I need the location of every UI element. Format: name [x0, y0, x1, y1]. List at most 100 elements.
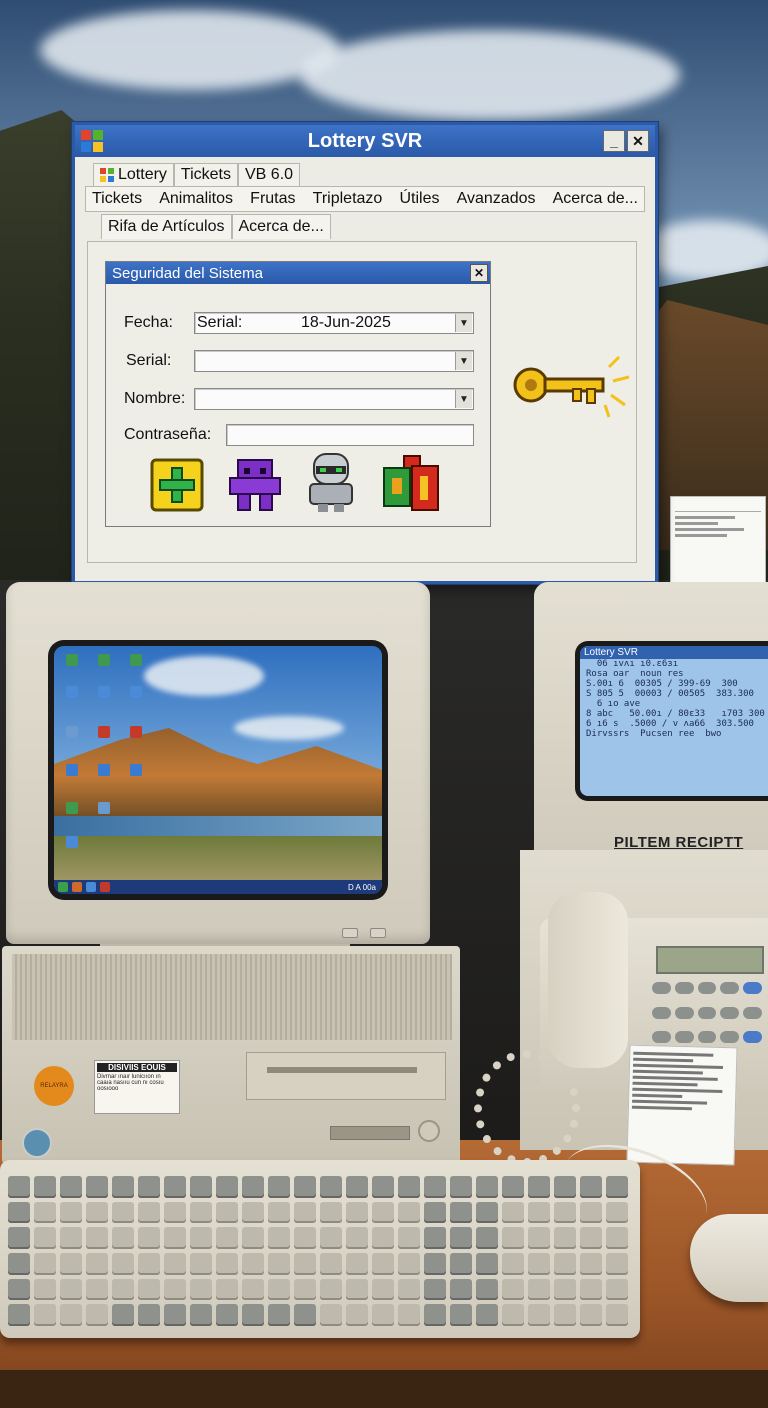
keyboard-key[interactable] [346, 1227, 368, 1249]
chevron-down-icon[interactable]: ▼ [455, 314, 472, 332]
keyboard-key[interactable] [580, 1201, 602, 1224]
phone-key[interactable] [652, 1031, 671, 1044]
keyboard-key[interactable] [216, 1304, 238, 1326]
keyboard-key[interactable] [346, 1201, 368, 1224]
keyboard-key[interactable] [606, 1201, 628, 1224]
keyboard-key[interactable] [320, 1227, 342, 1249]
keyboard-key[interactable] [190, 1304, 212, 1326]
desktop-icon[interactable] [98, 802, 110, 814]
desktop-icon[interactable] [66, 726, 78, 738]
keyboard-key[interactable] [606, 1278, 628, 1301]
keyboard-key[interactable] [112, 1176, 134, 1198]
keyboard-key[interactable] [580, 1304, 602, 1326]
keyboard-key[interactable] [450, 1252, 472, 1275]
keyboard-key[interactable] [554, 1227, 576, 1249]
keyboard-key[interactable] [112, 1304, 134, 1326]
menu-avanzados[interactable]: Avanzados [457, 190, 536, 208]
keyboard-key[interactable] [216, 1227, 238, 1249]
keyboard-key[interactable] [164, 1176, 186, 1198]
keyboard-key[interactable] [424, 1227, 446, 1249]
keyboard-key[interactable] [294, 1278, 316, 1301]
keyboard-key[interactable] [242, 1278, 264, 1301]
desktop-icon[interactable] [66, 686, 78, 698]
keyboard-key[interactable] [86, 1201, 108, 1224]
keyboard-key[interactable] [268, 1278, 290, 1301]
keyboard-key[interactable] [554, 1252, 576, 1275]
keyboard-key[interactable] [580, 1176, 602, 1198]
keyboard-key[interactable] [34, 1227, 56, 1249]
keyboard-key[interactable] [554, 1201, 576, 1224]
phone-key[interactable] [743, 982, 762, 994]
desktop-icon[interactable] [98, 764, 110, 776]
keyboard-key[interactable] [8, 1252, 30, 1275]
keyboard-key[interactable] [216, 1176, 238, 1198]
phone-key[interactable] [720, 1031, 740, 1044]
keyboard-key[interactable] [502, 1201, 524, 1224]
keyboard-key[interactable] [8, 1278, 30, 1301]
keyboard-key[interactable] [502, 1176, 524, 1198]
purple-creature-icon[interactable] [228, 456, 282, 514]
keyboard-key[interactable] [528, 1278, 550, 1301]
keyboard-key[interactable] [450, 1227, 472, 1249]
keyboard-key[interactable] [372, 1201, 394, 1224]
phone-key[interactable] [674, 1006, 694, 1019]
keyboard-key[interactable] [34, 1201, 56, 1224]
desktop-icon[interactable] [66, 764, 78, 776]
keyboard-key[interactable] [398, 1252, 420, 1275]
keyboard-key[interactable] [294, 1201, 316, 1224]
keyboard-key[interactable] [34, 1304, 56, 1326]
dialog-title-bar[interactable]: Seguridad del Sistema ✕ [106, 262, 490, 284]
keyboard-key[interactable] [60, 1304, 82, 1326]
keyboard-key[interactable] [580, 1227, 602, 1249]
window-title-bar[interactable]: Lottery SVR _ ✕ [75, 125, 655, 157]
desktop-icon[interactable] [130, 654, 142, 666]
keyboard-key[interactable] [86, 1176, 108, 1198]
telephone-handset[interactable] [548, 892, 628, 1068]
desktop-icon[interactable] [98, 686, 110, 698]
keyboard-key[interactable] [86, 1278, 108, 1301]
keyboard-key[interactable] [242, 1304, 264, 1326]
keyboard-key[interactable] [138, 1176, 160, 1198]
keyboard-key[interactable] [606, 1176, 628, 1198]
menu-frutas[interactable]: Frutas [250, 190, 295, 208]
keyboard-key[interactable] [372, 1227, 394, 1249]
desktop-icon[interactable] [130, 726, 142, 738]
keyboard-key[interactable] [320, 1201, 342, 1224]
keyboard-key[interactable] [60, 1278, 82, 1301]
keyboard-key[interactable] [34, 1278, 56, 1301]
keyboard-key[interactable] [268, 1252, 290, 1275]
phone-key[interactable] [652, 1006, 671, 1019]
keyboard-key[interactable] [502, 1278, 524, 1301]
keyboard-key[interactable] [502, 1227, 524, 1249]
fecha-combo[interactable]: Serial: 18-Jun-2025 ▼ [194, 312, 474, 334]
keyboard-key[interactable] [294, 1304, 316, 1326]
keyboard-key[interactable] [112, 1278, 134, 1301]
keyboard-key[interactable] [190, 1227, 212, 1249]
keyboard-key[interactable] [528, 1252, 550, 1275]
menu-vb[interactable]: VB 6.0 [238, 163, 301, 186]
phone-key[interactable] [697, 982, 717, 994]
keyboard-key[interactable] [60, 1252, 82, 1275]
keyboard-key[interactable] [450, 1304, 472, 1326]
keyboard-key[interactable] [450, 1278, 472, 1301]
keyboard-key[interactable] [554, 1304, 576, 1326]
keyboard-key[interactable] [242, 1201, 264, 1224]
keyboard-key[interactable] [138, 1227, 160, 1249]
keyboard-key[interactable] [8, 1176, 30, 1198]
keyboard-key[interactable] [398, 1278, 420, 1301]
menu-tickets[interactable]: Tickets [92, 190, 142, 208]
phone-key[interactable] [743, 1031, 762, 1044]
desktop-icon[interactable] [98, 654, 110, 666]
keyboard-key[interactable] [372, 1278, 394, 1301]
keyboard-key[interactable] [268, 1201, 290, 1224]
nombre-combo[interactable]: ▼ [194, 388, 474, 410]
keyboard-key[interactable] [320, 1252, 342, 1275]
chevron-down-icon[interactable]: ▼ [455, 352, 472, 370]
keyboard-key[interactable] [606, 1227, 628, 1249]
keyboard-key[interactable] [424, 1304, 446, 1326]
phone-key[interactable] [697, 1006, 717, 1019]
desktop-icon[interactable] [98, 726, 110, 738]
keyboard-key[interactable] [294, 1227, 316, 1249]
keyboard-key[interactable] [60, 1201, 82, 1224]
keyboard-key[interactable] [268, 1227, 290, 1249]
